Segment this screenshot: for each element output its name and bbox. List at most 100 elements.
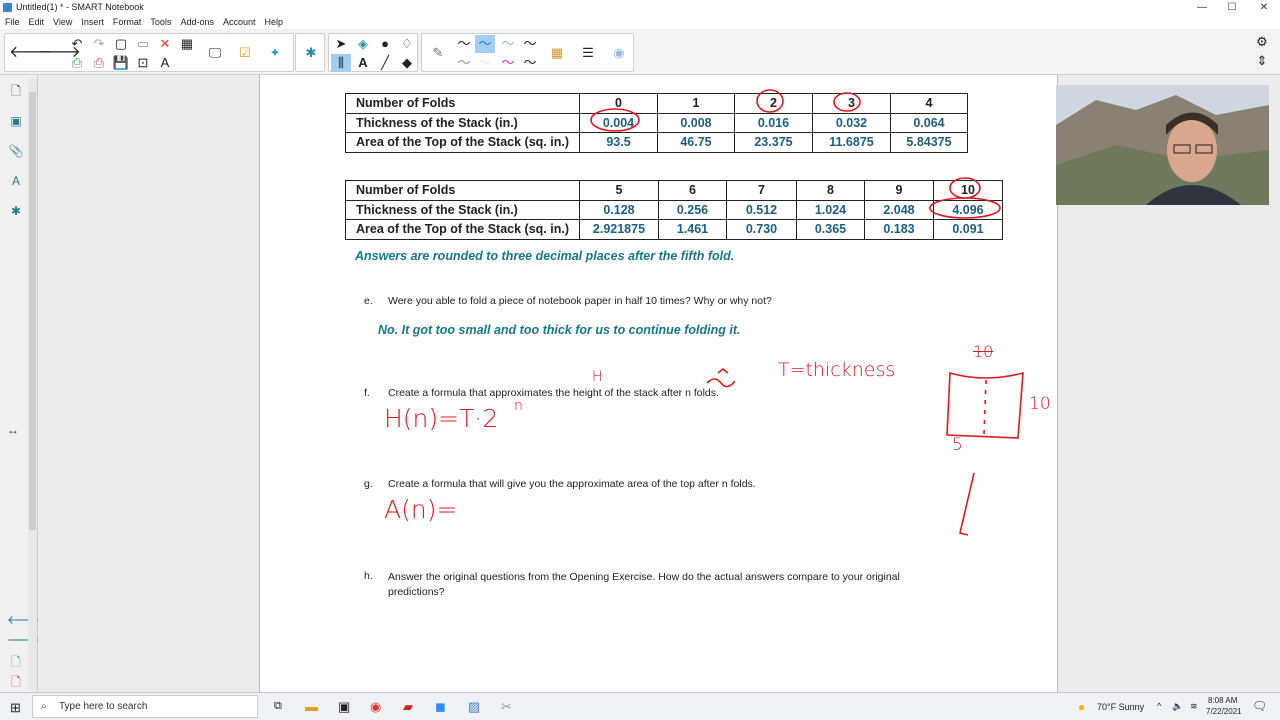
menu-file[interactable]: File [5,15,20,29]
smart-notebook-icon[interactable]: ▨ [468,699,480,715]
snipping-tool-icon[interactable]: ✂ [501,699,512,715]
properties-icon[interactable]: A [7,172,25,190]
page-sorter-icon[interactable]: 🗋 [7,82,25,100]
pen-style-8-icon[interactable]: 〜 [520,54,540,72]
toolbar-move-icon[interactable]: ⇕ [1252,52,1272,70]
lab-icon[interactable]: ✦ [265,44,285,62]
ink-strokes [590,89,1024,536]
redo-icon[interactable]: ↷ [89,35,109,53]
toolbar-group-activities: ☑ ✦ [229,33,294,72]
eraser-icon[interactable]: ◆ [397,54,417,72]
menu-account[interactable]: Account [223,15,256,29]
clock-time[interactable]: 8:08 AM [1208,696,1237,705]
task-view-icon[interactable]: ⧉ [274,700,282,713]
pen-style-4-icon[interactable]: 〜 [520,35,540,53]
attachments-icon[interactable]: 📎 [7,142,25,160]
pen-style-1-icon[interactable]: 〜 [454,35,474,53]
fill-effects-icon[interactable]: ◉ [609,44,629,62]
canvas-margin-left [38,75,259,692]
ink-circle-fold-0 [590,108,640,132]
pdf-icon[interactable]: ⎙ [89,54,109,72]
notifications-icon[interactable]: 🗨 [1252,699,1267,713]
next-page-side-icon[interactable]: 🡒 [7,631,39,649]
toolbar-group-pen-styles: ✎ 〜 〜 〜 〜 〜 〜 〜 〜 ▦ ☰ ◉ [421,33,634,72]
webcam-image [1056,85,1269,205]
maximize-button[interactable]: ☐ [1217,0,1247,15]
previous-page-icon[interactable]: 🡐 [9,44,52,62]
menu-addons[interactable]: Add-ons [180,15,214,29]
close-button[interactable]: ✕ [1249,0,1279,15]
ink-circle-fold-10 [949,177,981,199]
menu-tools[interactable]: Tools [150,15,171,29]
show-hidden-icons-icon[interactable]: ^ [1157,701,1161,711]
pen-tool-icon[interactable]: ⫼ [331,54,351,72]
network-icon[interactable]: ≋ [1190,701,1198,712]
ink-fold-line [983,379,987,436]
save-icon[interactable]: 💾 [111,54,131,72]
addons-icon[interactable]: ✱ [301,44,321,62]
magic-pen-icon[interactable]: ♢ [397,35,417,53]
select-icon[interactable]: ➤ [331,35,351,53]
pen-style-7-icon[interactable]: 〜 [498,54,518,72]
menu-edit[interactable]: Edit [29,15,45,29]
shapes-icon[interactable]: ◈ [353,35,373,53]
window-title: Untitled(1) * - SMART Notebook [16,2,144,12]
menu-view[interactable]: View [53,15,72,29]
fill-icon[interactable]: ● [375,35,395,53]
menu-help[interactable]: Help [265,15,284,29]
weather-text[interactable]: 70°F Sunny [1097,702,1144,712]
acrobat-icon[interactable]: ▰ [403,699,413,715]
minimize-button[interactable]: — [1187,0,1217,15]
document-camera-icon[interactable]: 🖵 [205,44,225,62]
pen-style-2-icon[interactable]: 〜 [475,35,495,53]
chrome-icon[interactable]: ◉ [370,699,381,715]
response-icon[interactable]: ☑ [235,44,255,62]
webcam-video [1056,85,1269,205]
color-palette-icon[interactable]: ▦ [547,44,567,62]
pen-style-5-icon[interactable]: 〜 [454,54,474,72]
screen-shade-icon[interactable]: ▭ [133,35,153,53]
resize-sidebar-icon[interactable]: ↔ [4,421,22,439]
clock-date[interactable]: 7/22/2021 [1206,707,1242,716]
windows-start-icon[interactable]: ⊞ [10,700,21,716]
ink-circle-fold-3 [833,92,861,112]
menu-format[interactable]: Format [113,15,142,29]
ink-paper-rectangle [946,371,1024,439]
ink-circle-fold-2 [756,89,784,113]
ink-paper-edge [959,472,975,536]
line-icon[interactable]: ╱ [375,54,395,72]
previous-page-side-icon[interactable]: 🡐 [7,611,39,629]
toolbar-group-addons: ✱ [295,33,325,72]
paste-icon[interactable]: ▢ [111,35,131,53]
gallery-icon[interactable]: ▣ [7,112,25,130]
text-icon[interactable]: A [353,54,373,72]
notebook-page[interactable]: Number of Folds 0 1 2 3 4 Thickness of t… [259,75,1058,692]
text-fit-icon[interactable]: A [155,54,175,72]
zoom-icon[interactable]: ◼ [435,699,446,715]
menu-insert[interactable]: Insert [81,15,104,29]
next-page-icon[interactable]: 🡒 [38,44,81,62]
import-icon[interactable]: ⎙ [67,54,87,72]
pen-style-6-icon[interactable]: 〜 [475,54,495,72]
volume-icon[interactable]: 🔈 [1172,701,1183,712]
pen-style-3-icon[interactable]: 〜 [498,35,518,53]
pencil-icon[interactable]: ✎ [428,44,448,62]
ink-n-squiggle [706,367,736,388]
table-icon[interactable]: ▦ [177,35,197,53]
sidebar-scrollbar-thumb[interactable] [29,92,36,530]
app-icon-taskbar[interactable]: ▣ [338,699,350,715]
show-screen-icon[interactable]: ⊡ [133,54,153,72]
delete-page-icon[interactable]: 🗋 [7,673,25,691]
weather-sun-icon: ● [1078,700,1086,714]
settings-gear-icon[interactable]: ⚙ [1252,33,1272,51]
undo-icon[interactable]: ↶ [67,35,87,53]
ink-circle-thickness-10 [929,197,1001,219]
title-bar: Untitled(1) * - SMART Notebook — ☐ ✕ [0,0,1280,15]
add-page-icon[interactable]: 🗋 [7,653,25,671]
addons-tab-icon[interactable]: ✱ [7,202,25,220]
delete-icon[interactable]: ✕ [155,35,175,53]
search-placeholder: Type here to search [59,701,148,712]
file-explorer-icon[interactable]: ▬ [305,699,318,714]
taskbar-search-input[interactable]: ⌕ Type here to search [32,695,258,718]
line-style-icon[interactable]: ☰ [578,44,598,62]
